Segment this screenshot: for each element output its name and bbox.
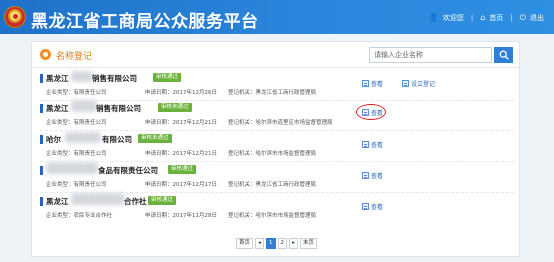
- home-icon: ⌂: [480, 13, 486, 22]
- redacted-text: [71, 71, 93, 82]
- document-icon: [362, 80, 369, 87]
- status-badge: 审核未通过: [158, 103, 192, 112]
- pagination: 首页 ◂ 1 2 ▸ 末页: [236, 238, 318, 249]
- redacted-text: [71, 193, 125, 205]
- list-item: 黑龙江 合作社 审核通过 企业类型：农民专业合作社 申请日期：2017年11月2…: [40, 193, 514, 224]
- red-highlight-circle: [356, 104, 386, 120]
- apply-date: 申请日期：2017年12月21日: [145, 151, 217, 157]
- company-type: 企业类型：有限责任公司: [46, 151, 107, 157]
- company-type: 企业类型：农民专业合作社: [46, 213, 113, 219]
- row-marker: [40, 166, 43, 175]
- list-item: 黑龙江 销售有限公司 审核通过 企业类型：有限责任公司 申请日期：2017年12…: [40, 70, 514, 101]
- row-marker: [40, 135, 43, 144]
- company-name-suffix[interactable]: 合作社: [124, 196, 147, 207]
- row-marker: [40, 197, 43, 206]
- registration-authority: 登记机关：哈尔滨市市场监督管理局: [228, 213, 317, 219]
- site-title: 黑龙江省工商局公众服务平台: [31, 12, 259, 32]
- row-marker: [40, 104, 43, 113]
- page-1-button[interactable]: 1: [266, 238, 276, 249]
- row-marker: [40, 74, 43, 83]
- name-registration-panel: 名称登记 黑龙江 销售有限公司 审核通过 企业类型：有限责任公司 申请日期：20…: [31, 41, 520, 257]
- list-item: 黑龙江 销售有限公司 审核未通过 企业类型：有限责任公司 申请日期：2017年1…: [40, 100, 514, 131]
- logout-icon: ⏻: [519, 13, 526, 22]
- company-type: 企业类型：有限责任公司: [46, 182, 107, 188]
- company-name-suffix[interactable]: 食品有限责任公司: [98, 165, 158, 176]
- next-page-button[interactable]: ▸: [289, 238, 299, 249]
- panel-header: 名称登记: [32, 42, 519, 68]
- registration-authority: 登记机关：哈尔滨市道里区市场监督管理局: [228, 120, 333, 126]
- company-name-suffix[interactable]: 销售有限公司: [92, 73, 137, 84]
- view-link[interactable]: 查看: [362, 140, 383, 149]
- panel-title: 名称登记: [56, 52, 93, 62]
- company-search-input[interactable]: [369, 47, 492, 63]
- last-page-button[interactable]: 末页: [300, 238, 318, 249]
- home-link[interactable]: 首页: [489, 13, 503, 23]
- company-name-suffix[interactable]: 有限公司: [102, 134, 132, 145]
- status-badge: 审核通过: [168, 165, 197, 174]
- status-badge: 审核通过: [148, 196, 177, 205]
- nav-separator: |: [470, 14, 474, 22]
- apply-date: 申请日期：2017年12月26日: [145, 90, 217, 96]
- document-icon: [402, 80, 409, 87]
- document-icon: [362, 141, 369, 148]
- establish-registration-link[interactable]: 设立登记: [402, 79, 435, 88]
- user-name[interactable]: 欢迎您: [443, 13, 464, 23]
- page-2-button[interactable]: 2: [277, 238, 288, 249]
- search-icon: [499, 50, 509, 60]
- establish-registration-label: 设立登记: [411, 81, 436, 88]
- apply-date: 申请日期：2017年11月28日: [145, 213, 217, 219]
- user-icon: 👤: [428, 13, 439, 22]
- company-name-prefix[interactable]: 黑龙江: [46, 196, 69, 207]
- view-label: 查看: [371, 173, 384, 180]
- prev-page-button[interactable]: ◂: [255, 238, 265, 249]
- view-label: 查看: [371, 142, 384, 149]
- company-name-prefix[interactable]: 黑龙江: [46, 103, 69, 114]
- logout-link[interactable]: 退出: [530, 13, 544, 23]
- registration-authority: 登记机关：哈尔滨市市场监督管理局: [228, 151, 317, 157]
- status-badge: 审核未通过: [138, 134, 172, 143]
- view-link[interactable]: 查看: [362, 202, 383, 211]
- redacted-text: [65, 132, 101, 143]
- list-item: 哈尔 有限公司 审核未通过 企业类型：有限责任公司 申请日期：2017年12月2…: [40, 131, 514, 162]
- status-badge: 审核通过: [153, 73, 182, 82]
- registration-authority: 登记机关：黑龙江省工商行政管理局: [228, 90, 317, 96]
- company-name-prefix[interactable]: 黑龙江: [46, 73, 69, 84]
- view-label: 查看: [371, 81, 384, 88]
- section-marker-icon: [40, 49, 51, 60]
- header-nav: 👤 欢迎您 | ⌂ 首页 | ⏻ 退出: [429, 12, 544, 24]
- apply-date: 申请日期：2017年12月21日: [145, 120, 217, 126]
- company-name-prefix[interactable]: 哈尔: [46, 134, 61, 145]
- view-label: 查看: [371, 204, 384, 211]
- top-header: 黑龙江省工商局公众服务平台 👤 欢迎您 | ⌂ 首页 | ⏻ 退出: [0, 0, 554, 34]
- company-type: 企业类型：有限责任公司: [46, 90, 107, 96]
- company-type: 企业类型：有限责任公司: [46, 120, 107, 126]
- nav-separator: |: [510, 14, 513, 22]
- view-link[interactable]: 查看: [362, 79, 383, 88]
- list-item: 食品有限责任公司 审核通过 企业类型：有限责任公司 申请日期：2017年12月1…: [40, 162, 514, 193]
- redacted-text: [46, 162, 98, 174]
- document-icon: [362, 172, 369, 179]
- company-name-suffix[interactable]: 销售有限公司: [96, 103, 141, 114]
- redacted-text: [71, 100, 97, 112]
- search-button[interactable]: [494, 47, 513, 63]
- first-page-button[interactable]: 首页: [236, 238, 254, 249]
- view-link[interactable]: 查看: [362, 171, 383, 180]
- national-emblem-icon: [4, 6, 26, 28]
- apply-date: 申请日期：2017年12月17日: [145, 182, 217, 188]
- document-icon: [362, 203, 369, 210]
- registration-authority: 登记机关：黑龙江省工商行政管理局: [228, 182, 317, 188]
